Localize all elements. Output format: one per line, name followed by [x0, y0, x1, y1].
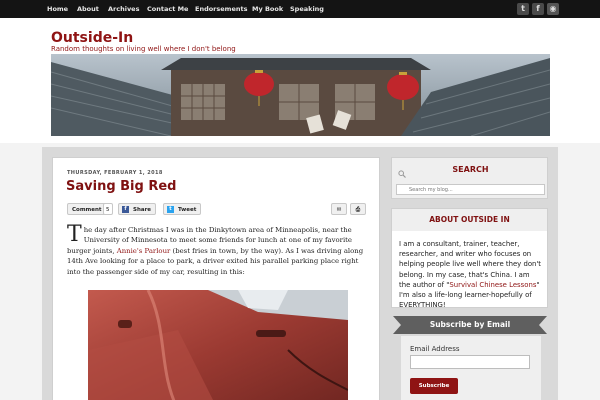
share-button[interactable]: f Share: [118, 203, 157, 215]
tweet-button-label: Tweet: [178, 207, 197, 213]
email-post-button[interactable]: ✉: [331, 203, 347, 215]
drop-cap: T: [67, 222, 82, 247]
facebook-icon: f: [122, 206, 129, 213]
nav-speaking[interactable]: Speaking: [290, 0, 324, 18]
blog-post: THURSDAY, FEBRUARY 1, 2018 Saving Big Re…: [52, 157, 380, 400]
site-tagline: Random thoughts on living well where I d…: [51, 45, 236, 53]
printer-icon: ⎙: [355, 207, 361, 213]
nav-archives[interactable]: Archives: [108, 0, 139, 18]
comment-button[interactable]: Comment: [67, 203, 107, 215]
print-post-button[interactable]: ⎙: [350, 203, 366, 215]
site-title[interactable]: Outside-In: [51, 30, 133, 46]
subscribe-heading: Subscribe by Email: [429, 320, 511, 329]
comment-count: 5: [103, 203, 113, 215]
search-widget: SEARCH: [391, 157, 548, 199]
share-bar: Comment 5 f Share t Tweet ✉ ⎙: [67, 202, 367, 216]
car-damage-photo: [88, 290, 348, 400]
twitter-icon: t: [167, 206, 174, 213]
survival-chinese-lessons-link[interactable]: Survival Chinese Lessons: [449, 281, 536, 289]
facebook-icon[interactable]: f: [532, 3, 544, 15]
nav-home[interactable]: Home: [47, 0, 68, 18]
post-body: The day after Christmas I was in the Din…: [67, 222, 367, 277]
nav-about[interactable]: About: [77, 0, 99, 18]
post-title[interactable]: Saving Big Red: [66, 179, 176, 194]
nav-my-book[interactable]: My Book: [252, 0, 283, 18]
about-widget: ABOUT OUTSIDE IN I am a consultant, trai…: [391, 208, 548, 310]
share-button-label: Share: [133, 207, 152, 213]
nav-endorsements[interactable]: Endorsements: [195, 0, 247, 18]
annies-parlour-link[interactable]: Annie's Parlour: [117, 247, 171, 255]
post-photo: [88, 290, 348, 400]
site-header: Outside-In Random thoughts on living wel…: [0, 18, 600, 143]
subscribe-ribbon: Subscribe by Email: [393, 316, 547, 334]
email-address-input[interactable]: [410, 355, 530, 369]
tweet-button[interactable]: t Tweet: [163, 203, 202, 215]
search-heading: SEARCH: [452, 165, 489, 174]
top-nav: Home About Archives Contact Me Endorseme…: [0, 0, 600, 18]
post-date: THURSDAY, FEBRUARY 1, 2018: [67, 170, 163, 176]
about-heading: ABOUT OUTSIDE IN: [392, 209, 547, 231]
rss-icon[interactable]: ◉: [547, 3, 559, 15]
header-banner-image: [51, 54, 550, 136]
about-text: I am a consultant, trainer, teacher, res…: [399, 239, 543, 310]
twitter-icon[interactable]: t: [517, 3, 529, 15]
subscribe-button[interactable]: Subscribe: [410, 378, 458, 394]
envelope-icon: ✉: [336, 207, 342, 213]
nav-contact-me[interactable]: Contact Me: [147, 0, 188, 18]
email-address-label: Email Address: [410, 345, 460, 353]
search-input[interactable]: [396, 184, 545, 195]
subscribe-widget: Email Address Subscribe: [401, 336, 541, 400]
banner-illustration: [51, 54, 550, 136]
